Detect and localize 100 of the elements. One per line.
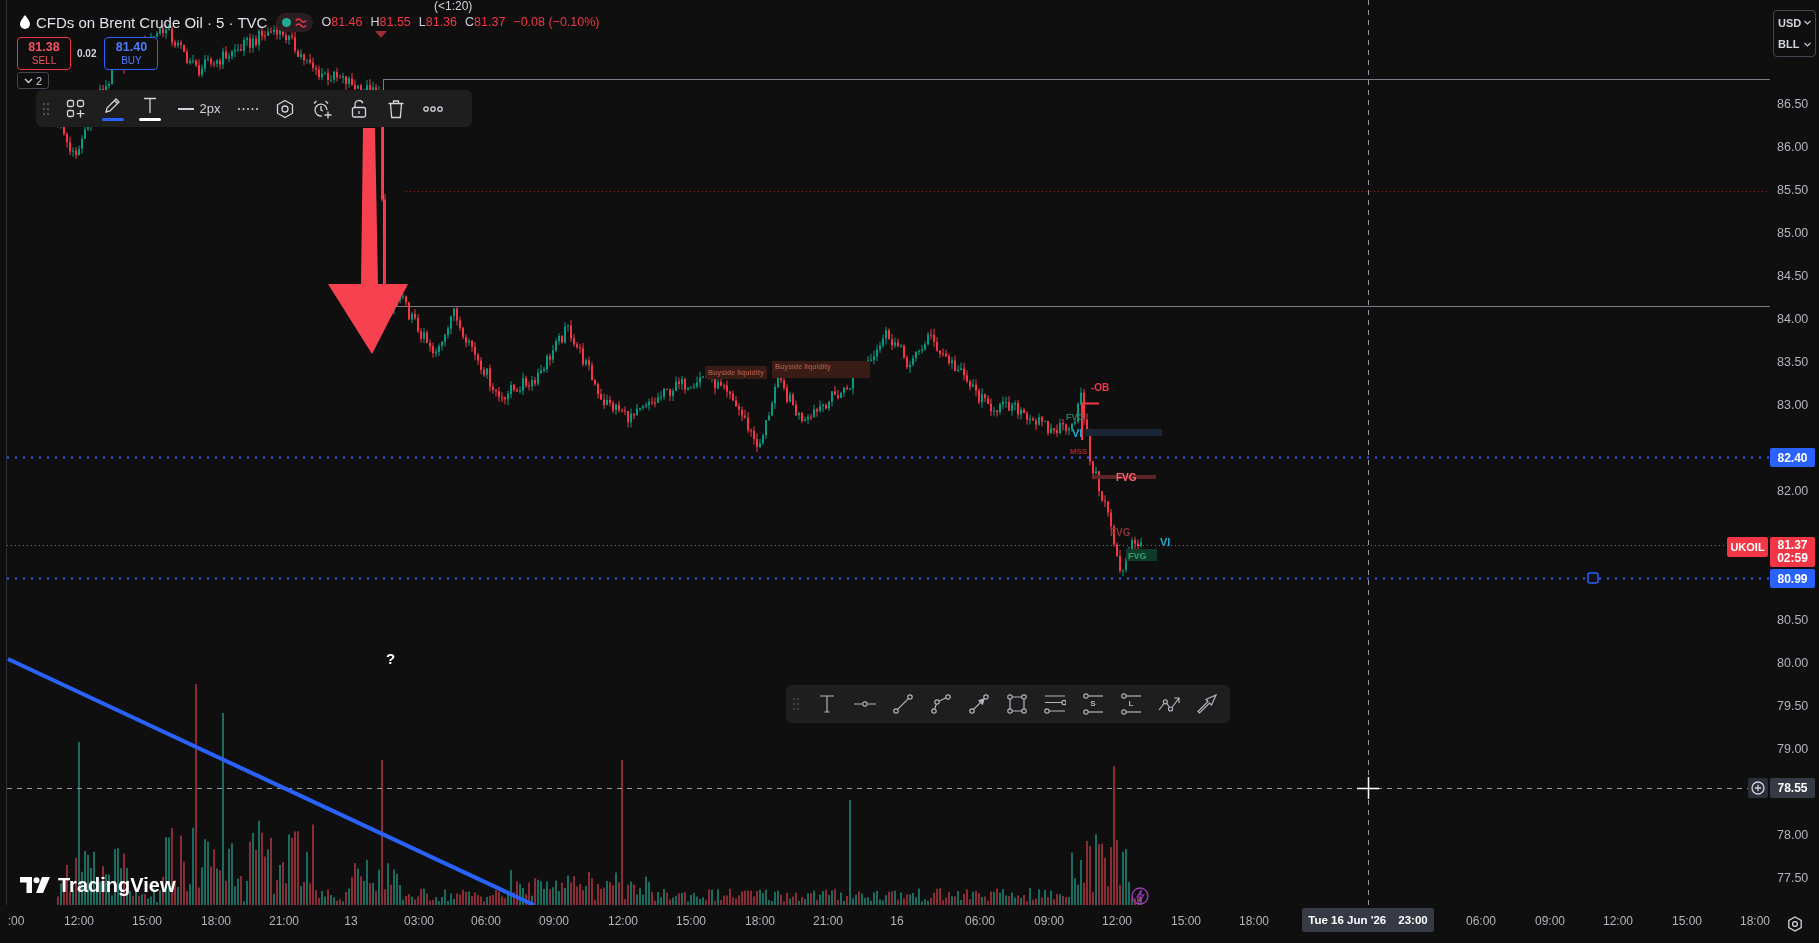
settings-icon — [275, 98, 295, 119]
node-line-icon — [1121, 693, 1141, 699]
price-axis-label: 83.50 — [1777, 354, 1809, 370]
time-axis-label: 18:00 — [745, 914, 775, 929]
logo-wordmark: TradingView — [58, 874, 176, 896]
indicator-label: -OB — [1091, 382, 1110, 393]
long-position-button[interactable]: L — [1114, 688, 1148, 720]
text-tool-icon — [819, 695, 835, 713]
horizontal-ray-icon — [854, 701, 876, 707]
arrow-marker-icon — [1197, 694, 1217, 714]
node-line-icon — [1083, 693, 1103, 699]
pencil-icon — [104, 96, 122, 114]
status-dot-icon — [282, 17, 292, 27]
color-swatch-icon — [102, 118, 124, 121]
time-axis-label: 09:00 — [1034, 914, 1064, 929]
time-axis-label: 21:00 — [813, 914, 843, 929]
price-axis-label: 79.00 — [1777, 741, 1809, 757]
ohlc-reading: C81.37 — [465, 15, 506, 29]
color-swatch-icon — [139, 118, 161, 121]
caret-icon — [23, 77, 33, 84]
time-axis-label: 09:00 — [1535, 914, 1565, 929]
price-axis-label: 77.50 — [1777, 870, 1809, 886]
node-line-icon — [1083, 709, 1103, 715]
price-axis-label: 79.50 — [1777, 698, 1809, 714]
time-axis-label: 18:00 — [1740, 914, 1770, 929]
zigzag-arrow-icon — [1158, 696, 1180, 712]
polyline-icon — [931, 694, 951, 714]
price-axis-label: 78.00 — [1777, 827, 1809, 843]
arrow-line-icon — [969, 694, 989, 714]
triangle-marker-icon — [375, 31, 387, 38]
object-tree-icon — [66, 98, 86, 119]
time-axis-label: 15:00 — [1672, 914, 1702, 929]
time-axis-label: 15:00 — [132, 914, 162, 929]
price-axis-label: 80.00 — [1777, 655, 1809, 671]
time-axis-label: 16 — [890, 914, 904, 929]
wave-icon — [295, 16, 308, 28]
symbol-tag: UKOIL — [1727, 537, 1768, 557]
rectangle-icon — [1007, 694, 1027, 714]
time-axis-label: 18:00 — [201, 914, 231, 929]
crosshair-cursor-icon — [1356, 776, 1380, 800]
time-axis-label: 09:00 — [539, 914, 569, 929]
alarm-clock-plus-icon — [312, 98, 332, 119]
price-axis-label: 80.50 — [1777, 612, 1809, 628]
plus-circle-icon — [1751, 781, 1765, 795]
price-line-tag: 82.40 — [1770, 448, 1815, 467]
time-axis-label: 21:00 — [269, 914, 299, 929]
indicators-toggle-button[interactable]: 2 — [17, 72, 49, 89]
time-axis-label: 06:00 — [965, 914, 995, 929]
price-axis-label: 85.00 — [1777, 225, 1809, 241]
more-icon — [423, 105, 443, 112]
spread-value: 0.02 — [77, 48, 97, 59]
ohlc-reading: O81.46 — [321, 15, 363, 29]
time-axis-label: 03:00 — [404, 914, 434, 929]
gap-zone: FVG — [1126, 549, 1157, 561]
sell-button[interactable]: 81.38 SELL — [17, 37, 71, 70]
time-axis-label: 06:00 — [471, 914, 501, 929]
price-axis-label: 83.00 — [1777, 397, 1809, 413]
time-axis-label: 12:00 — [1603, 914, 1633, 929]
caret-icon — [1804, 41, 1811, 47]
question-mark-text: ? — [386, 650, 396, 667]
unit-dropdown[interactable]: BLL — [1776, 34, 1813, 55]
chart-note: (<1:20) — [434, 0, 473, 13]
caret-icon — [1804, 20, 1811, 26]
price-change: −0.08 (−0.10%) — [513, 15, 600, 29]
time-axis-label: 15:00 — [676, 914, 706, 929]
lightning-icon[interactable] — [1131, 887, 1149, 905]
line-icon — [177, 107, 194, 110]
price-axis-label: 86.50 — [1777, 96, 1809, 112]
grip-icon[interactable] — [42, 101, 50, 116]
grip-icon[interactable] — [792, 697, 800, 711]
time-axis-label: 18:00 — [1239, 914, 1269, 929]
crosshair-price-tag: 78.55 — [1770, 778, 1815, 798]
price-axis-label: 84.50 — [1777, 268, 1809, 284]
text-tool-icon — [141, 96, 159, 114]
dotted-line-icon — [238, 107, 258, 110]
price-axis-label: 86.00 — [1777, 139, 1809, 155]
line-handle-icon[interactable] — [1587, 572, 1599, 584]
ohlc-reading: H81.55 — [370, 15, 411, 29]
price-axis-label: 84.00 — [1777, 311, 1809, 327]
drop-icon — [20, 15, 30, 29]
chart-settings-button[interactable] — [1786, 916, 1803, 932]
gap-zone: FVG — [1094, 472, 1156, 483]
ohlc-reading: L81.36 — [418, 15, 457, 29]
short-position-button[interactable]: S — [1076, 688, 1110, 720]
time-axis-label: 06:00 — [1466, 914, 1496, 929]
price-axis-label: 85.50 — [1777, 182, 1809, 198]
symbol-title[interactable]: CFDs on Brent Crude Oil · 5 · TVC — [36, 13, 268, 31]
last-price-tag: 81.37 02:59 — [1770, 537, 1815, 567]
parallel-channel-icon — [1044, 694, 1066, 714]
settings-icon — [1786, 916, 1803, 932]
buy-button[interactable]: 81.40 BUY — [104, 37, 159, 70]
line-width-button[interactable]: 2px — [170, 93, 228, 124]
indicator-label: VI — [1160, 536, 1171, 548]
status-badge[interactable] — [276, 12, 314, 32]
trend-line-icon — [893, 694, 913, 714]
indicator-label: MSS — [1070, 447, 1088, 456]
logo-icon — [20, 877, 50, 893]
add-level-button[interactable] — [1748, 778, 1768, 798]
currency-dropdown[interactable]: USD — [1776, 12, 1813, 33]
time-axis-label: 12:00 — [608, 914, 638, 929]
